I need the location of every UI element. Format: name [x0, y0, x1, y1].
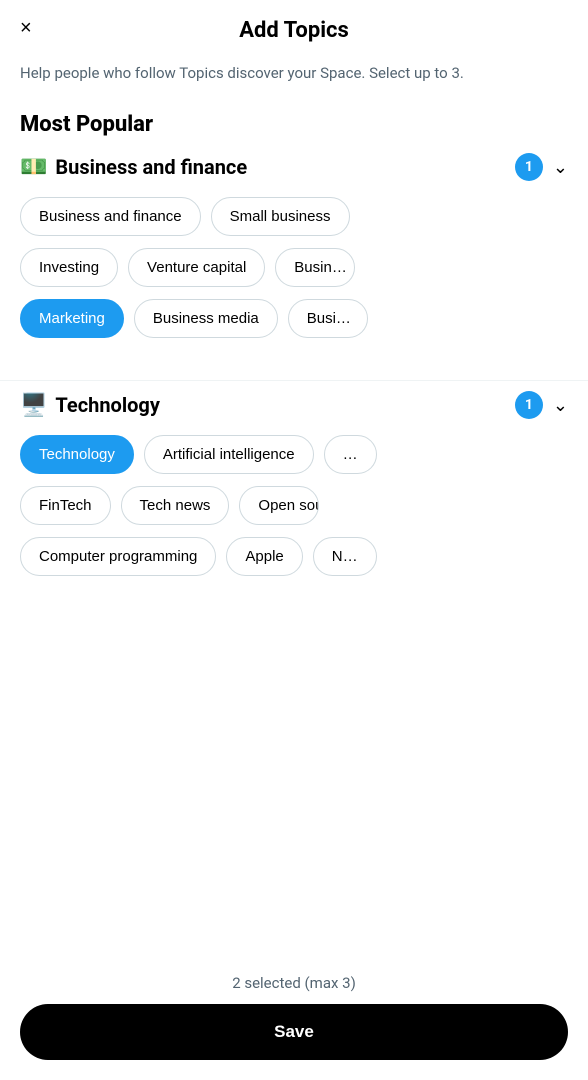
business-finance-title: Business and finance: [55, 155, 515, 179]
topic-fintech[interactable]: FinTech: [20, 486, 111, 525]
business-finance-chevron[interactable]: ⌄: [553, 157, 568, 178]
bottom-area: 2 selected (max 3) Save: [0, 962, 588, 1080]
topic-tech-partial-1[interactable]: …: [324, 435, 377, 474]
topic-marketing[interactable]: Marketing: [20, 299, 124, 338]
topic-business-partial-1[interactable]: Busin…: [275, 248, 355, 287]
bottom-spacer: [0, 608, 588, 748]
technology-chevron[interactable]: ⌄: [553, 395, 568, 416]
business-finance-count: 1: [515, 153, 543, 181]
technology-icon: 🖥️: [20, 393, 47, 418]
topic-business-partial-2[interactable]: Busi…: [288, 299, 368, 338]
technology-row-2: FinTech Tech news Open source: [20, 486, 568, 525]
topic-open-source[interactable]: Open source: [239, 486, 319, 525]
topic-venture-capital[interactable]: Venture capital: [128, 248, 265, 287]
subtitle-text: Help people who follow Topics discover y…: [0, 53, 588, 104]
business-row-1: Business and finance Small business: [20, 197, 568, 236]
page-title: Add Topics: [239, 18, 349, 43]
topic-small-business[interactable]: Small business: [211, 197, 350, 236]
section-divider: [0, 380, 588, 381]
topic-tech-partial-2[interactable]: N…: [313, 537, 377, 576]
technology-title: Technology: [55, 393, 515, 417]
save-button[interactable]: Save: [20, 1004, 568, 1060]
technology-header: 🖥️ Technology 1 ⌄: [20, 391, 568, 419]
close-button[interactable]: ×: [20, 18, 32, 38]
most-popular-heading: Most Popular: [0, 104, 588, 153]
header: × Add Topics: [0, 0, 588, 53]
technology-row-3: Computer programming Apple N…: [20, 537, 568, 576]
business-finance-section: 💵 Business and finance 1 ⌄ Business and …: [0, 153, 588, 370]
technology-section: 🖥️ Technology 1 ⌄ Technology Artificial …: [0, 391, 588, 608]
topic-computer-programming[interactable]: Computer programming: [20, 537, 216, 576]
topic-business-and-finance[interactable]: Business and finance: [20, 197, 201, 236]
business-row-2: Investing Venture capital Busin…: [20, 248, 568, 287]
topic-technology[interactable]: Technology: [20, 435, 134, 474]
business-row-3: Marketing Business media Busi…: [20, 299, 568, 338]
topic-artificial-intelligence[interactable]: Artificial intelligence: [144, 435, 314, 474]
selected-count: 2 selected (max 3): [20, 974, 568, 992]
topic-tech-news[interactable]: Tech news: [121, 486, 230, 525]
business-finance-icon: 💵: [20, 155, 47, 180]
business-finance-header: 💵 Business and finance 1 ⌄: [20, 153, 568, 181]
topic-investing[interactable]: Investing: [20, 248, 118, 287]
topic-apple[interactable]: Apple: [226, 537, 302, 576]
topic-business-media[interactable]: Business media: [134, 299, 278, 338]
technology-count: 1: [515, 391, 543, 419]
technology-row-1: Technology Artificial intelligence …: [20, 435, 568, 474]
